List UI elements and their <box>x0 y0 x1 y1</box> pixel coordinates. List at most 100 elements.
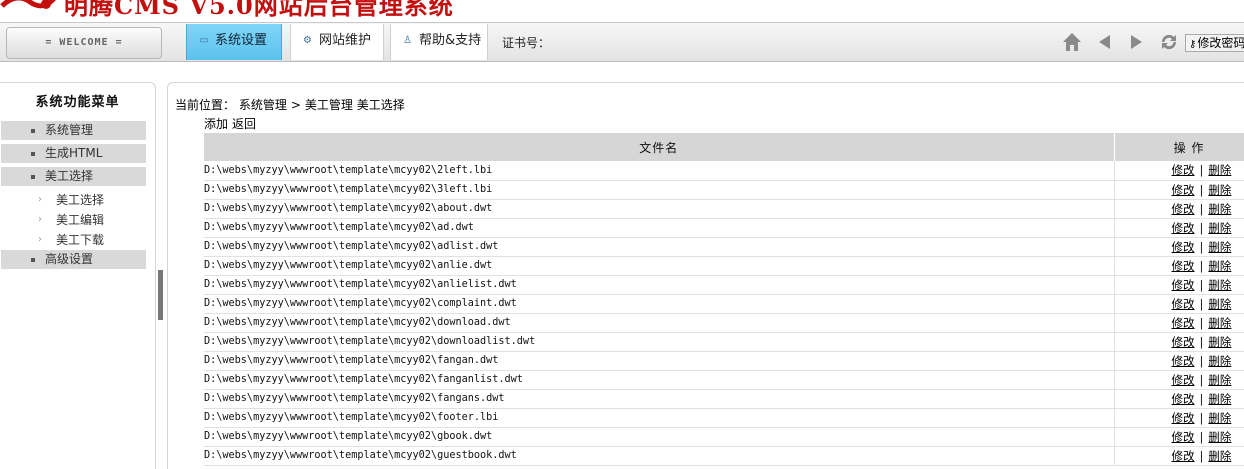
table-header-row: 文件名 操 作 <box>204 133 1244 161</box>
edit-link[interactable]: 修改 <box>1172 354 1195 368</box>
ops-cell: 修改 | 删除 <box>1114 332 1244 352</box>
delete-link[interactable]: 删除 <box>1208 297 1231 311</box>
delete-link[interactable]: 删除 <box>1208 411 1231 425</box>
edit-link[interactable]: 修改 <box>1172 335 1195 349</box>
ops-cell: 修改 | 删除 <box>1114 313 1244 333</box>
edit-link[interactable]: 修改 <box>1172 163 1195 177</box>
table-row: D:\webs\myzyy\wwwroot\template\mcyy02\do… <box>204 332 1244 352</box>
tab-label: 系统设置 <box>215 33 268 48</box>
key-icon: ⚷ <box>1189 39 1197 50</box>
op-separator: | <box>1199 239 1204 254</box>
delete-link[interactable]: 删除 <box>1208 373 1231 387</box>
delete-link[interactable]: 删除 <box>1208 316 1231 330</box>
tab-system-settings[interactable]: ▭ 系统设置 <box>186 24 282 60</box>
table-row: D:\webs\myzyy\wwwroot\template\mcyy02\do… <box>204 313 1244 333</box>
edit-link[interactable]: 修改 <box>1172 297 1195 311</box>
op-separator: | <box>1199 296 1204 311</box>
ops-cell: 修改 | 删除 <box>1114 446 1244 466</box>
edit-link[interactable]: 修改 <box>1172 373 1195 387</box>
delete-link[interactable]: 删除 <box>1208 430 1231 444</box>
filename-cell: D:\webs\myzyy\wwwroot\template\mcyy02\fa… <box>204 351 1115 371</box>
column-header-filename: 文件名 <box>204 133 1115 161</box>
delete-link[interactable]: 删除 <box>1208 259 1231 273</box>
back-arrow-icon[interactable] <box>1094 31 1116 53</box>
bullet-icon <box>31 129 35 133</box>
table-row: D:\webs\myzyy\wwwroot\template\mcyy02\2l… <box>204 161 1244 181</box>
sidebar-subitem-label: 美工下载 <box>56 233 105 247</box>
delete-link[interactable]: 删除 <box>1208 278 1231 292</box>
op-separator: | <box>1199 182 1204 197</box>
add-link[interactable]: 添加 <box>204 117 228 131</box>
sidebar-item-label: 美工选择 <box>45 169 94 183</box>
edit-link[interactable]: 修改 <box>1172 316 1195 330</box>
op-separator: | <box>1199 163 1204 178</box>
column-header-ops: 操 作 <box>1114 133 1244 161</box>
ops-cell: 修改 | 删除 <box>1114 294 1244 314</box>
home-icon[interactable] <box>1061 31 1083 53</box>
table-row: D:\webs\myzyy\wwwroot\template\mcyy02\ab… <box>204 199 1244 219</box>
sidebar-splitter-handle[interactable] <box>158 270 163 320</box>
edit-link[interactable]: 修改 <box>1172 392 1195 406</box>
sidebar-item-design-selection[interactable]: 美工选择 <box>1 167 146 186</box>
op-separator: | <box>1199 353 1204 368</box>
op-separator: | <box>1199 448 1204 463</box>
table-row: D:\webs\myzyy\wwwroot\template\mcyy02\fo… <box>204 408 1244 428</box>
back-link[interactable]: 返回 <box>232 117 256 131</box>
delete-link[interactable]: 删除 <box>1208 240 1231 254</box>
forward-arrow-icon[interactable] <box>1125 31 1147 53</box>
chevron-right-icon: › <box>38 214 42 225</box>
op-separator: | <box>1199 391 1204 406</box>
edit-link[interactable]: 修改 <box>1172 183 1195 197</box>
sidebar-subitem-design-edit[interactable]: › 美工编辑 <box>38 210 155 230</box>
tab-help-support[interactable]: ♙ 帮助&支持 <box>390 24 488 60</box>
delete-link[interactable]: 删除 <box>1208 163 1231 177</box>
sidebar-subitem-design-select[interactable]: › 美工选择 <box>38 190 155 210</box>
edit-link[interactable]: 修改 <box>1172 202 1195 216</box>
op-separator: | <box>1199 334 1204 349</box>
table-row: D:\webs\myzyy\wwwroot\template\mcyy02\ad… <box>204 218 1244 238</box>
table-row: D:\webs\myzyy\wwwroot\template\mcyy02\an… <box>204 275 1244 295</box>
chevron-right-icon: › <box>38 194 42 205</box>
delete-link[interactable]: 删除 <box>1208 202 1231 216</box>
site-logo-text: 明腾CMS V5.0网站后台管理系统 <box>64 0 454 20</box>
delete-link[interactable]: 删除 <box>1208 335 1231 349</box>
tab-site-maintenance[interactable]: ⚙ 网站维护 <box>290 24 384 60</box>
sidebar-item-advanced-settings[interactable]: 高级设置 <box>1 250 146 269</box>
sidebar-item-label: 高级设置 <box>45 252 94 266</box>
sidebar-title: 系统功能菜单 <box>35 95 120 110</box>
edit-link[interactable]: 修改 <box>1172 430 1195 444</box>
breadcrumb-level3: 美工选择 <box>356 98 405 112</box>
ops-cell: 修改 | 删除 <box>1114 237 1244 257</box>
edit-link[interactable]: 修改 <box>1172 411 1195 425</box>
ops-cell: 修改 | 删除 <box>1114 427 1244 447</box>
sidebar-subitem-label: 美工选择 <box>56 193 105 207</box>
breadcrumb-separator: > <box>290 98 301 112</box>
filename-cell: D:\webs\myzyy\wwwroot\template\mcyy02\do… <box>204 313 1115 333</box>
filename-cell: D:\webs\myzyy\wwwroot\template\mcyy02\do… <box>204 332 1115 352</box>
change-password-button[interactable]: ⚷修改密码 <box>1185 34 1244 52</box>
edit-link[interactable]: 修改 <box>1172 449 1195 463</box>
ops-cell: 修改 | 删除 <box>1114 180 1244 200</box>
delete-link[interactable]: 删除 <box>1208 392 1231 406</box>
table-row: D:\webs\myzyy\wwwroot\template\mcyy02\fa… <box>204 370 1244 390</box>
filename-cell: D:\webs\myzyy\wwwroot\template\mcyy02\fa… <box>204 370 1115 390</box>
sidebar-item-generate-html[interactable]: 生成HTML <box>1 144 146 163</box>
certificate-label: 证书号： <box>502 36 551 50</box>
edit-link[interactable]: 修改 <box>1172 278 1195 292</box>
welcome-button[interactable]: = WELCOME = <box>6 27 162 59</box>
edit-link[interactable]: 修改 <box>1172 240 1195 254</box>
op-separator: | <box>1199 277 1204 292</box>
edit-link[interactable]: 修改 <box>1172 259 1195 273</box>
edit-link[interactable]: 修改 <box>1172 221 1195 235</box>
refresh-icon[interactable] <box>1158 31 1180 53</box>
delete-link[interactable]: 删除 <box>1208 221 1231 235</box>
table-row: D:\webs\myzyy\wwwroot\template\mcyy02\fa… <box>204 351 1244 371</box>
delete-link[interactable]: 删除 <box>1208 354 1231 368</box>
ops-cell: 修改 | 删除 <box>1114 370 1244 390</box>
sidebar-subitem-design-download[interactable]: › 美工下载 <box>38 230 155 250</box>
sidebar-item-system-management[interactable]: 系统管理 <box>1 121 146 140</box>
gear-icon: ⚙ <box>303 35 312 46</box>
tab-label: 网站维护 <box>319 33 372 48</box>
delete-link[interactable]: 删除 <box>1208 449 1231 463</box>
delete-link[interactable]: 删除 <box>1208 183 1231 197</box>
